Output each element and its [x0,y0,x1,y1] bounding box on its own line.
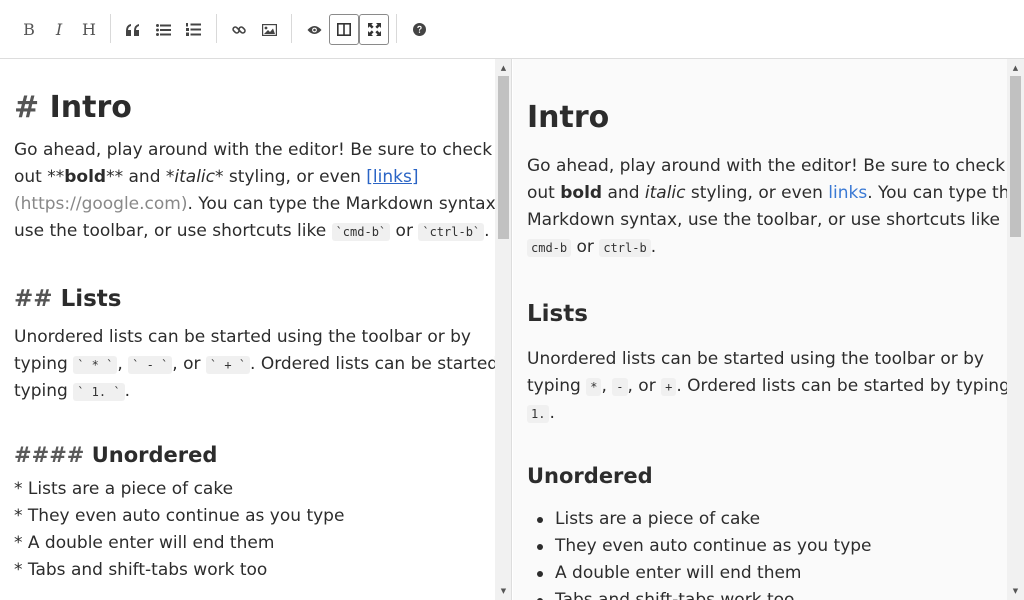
toolbar-separator [396,14,397,43]
ordered-list-button[interactable] [178,14,208,45]
preview-text-line: 1.. [527,400,555,428]
editor-scrollbar[interactable]: ▲ ▼ [495,59,511,600]
scroll-down-icon[interactable]: ▼ [495,584,511,598]
ordered-list-icon [185,23,201,36]
editor-scroll-thumb[interactable] [498,76,509,239]
editor-text-line: (https://google.com). You can type the M… [14,194,502,214]
toolbar-separator [110,14,111,43]
bold-button[interactable]: B [14,14,44,45]
preview-list-item: Lists are a piece of cake [536,506,760,533]
toolbar-separator [216,14,217,43]
italic-icon: I [55,20,63,39]
italic-button[interactable]: I [44,14,74,45]
editor-text-line: Unordered lists can be started using the… [14,327,471,347]
preview-h1: Intro [527,100,610,135]
preview-list-item: A double enter will end them [537,560,802,587]
editor-list-item: * A double enter will end them [14,533,275,553]
preview-h2: Lists [527,301,588,327]
link-text: [links] [366,167,419,187]
preview-text-line: Go ahead, play around with the editor! B… [527,156,1006,176]
markdown-preview: Intro Go ahead, play around with the edi… [513,59,1024,600]
quote-button[interactable] [118,14,148,45]
preview-scroll-thumb[interactable] [1010,76,1021,237]
heading-icon: H [82,20,96,39]
unordered-list-icon [155,23,171,36]
link-icon [232,25,246,34]
preview-scrollbar[interactable]: ▲ ▼ [1007,59,1024,600]
guide-button[interactable] [404,14,434,45]
preview-button[interactable] [299,14,329,45]
editor-h4: #### Unordered [14,443,218,467]
preview-list-item: They even auto continue as you type [537,533,872,560]
editor-h1: # Intro [14,90,132,125]
scroll-up-icon[interactable]: ▲ [495,61,511,75]
editor-list-item: * Lists are a piece of cake [14,479,234,499]
markdown-editor[interactable]: # Intro Go ahead, play around with the e… [0,59,512,600]
editor-toolbar: B I H [0,0,1024,59]
editor-text-line: typing ` 1. `. [14,381,130,401]
preview-text-line: out bold and italic styling, or even lin… [527,183,1020,203]
preview-list-item: Tabs and shift-tabs work too [536,587,794,600]
preview-text-line: typing *, -, or +. Ordered lists can be … [527,376,1010,396]
columns-icon [337,23,351,36]
editor-list-item: * They even auto continue as you type [14,506,345,526]
eye-icon [307,25,321,34]
editor-text-line: out **bold** and *italic* styling, or ev… [14,167,419,187]
question-circle-icon [412,23,426,36]
scroll-down-icon[interactable]: ▼ [1007,584,1024,598]
preview-h4: Unordered [527,464,653,488]
image-icon [261,23,277,36]
link-url: (https://google.com) [14,194,188,214]
preview-text-line: Markdown syntax, use the toolbar, or use… [527,210,1000,230]
editor-text-line: typing ` * `, ` - `, or ` + `. Ordered l… [14,354,512,374]
preview-text-line: Unordered lists can be started using the… [527,349,984,369]
unordered-list-button[interactable] [148,14,178,45]
side-by-side-button[interactable] [329,14,359,45]
editor-text-line: use the toolbar, or use shortcuts like `… [14,221,490,241]
quote-icon [126,23,139,36]
scroll-up-icon[interactable]: ▲ [1007,61,1024,75]
heading-button[interactable]: H [74,14,104,45]
image-button[interactable] [254,14,284,45]
editor-h2: ## Lists [14,286,122,312]
toolbar-separator [291,14,292,43]
bold-icon: B [23,20,35,39]
preview-text-line: cmd-b or ctrl-b. [527,234,656,262]
fullscreen-button[interactable] [359,14,389,45]
preview-link[interactable]: links [828,183,867,203]
editor-list-item: * Tabs and shift-tabs work too [14,560,268,580]
editor-text-line: Go ahead, play around with the editor! B… [14,140,493,160]
fullscreen-icon [367,23,381,36]
link-button[interactable] [224,14,254,45]
